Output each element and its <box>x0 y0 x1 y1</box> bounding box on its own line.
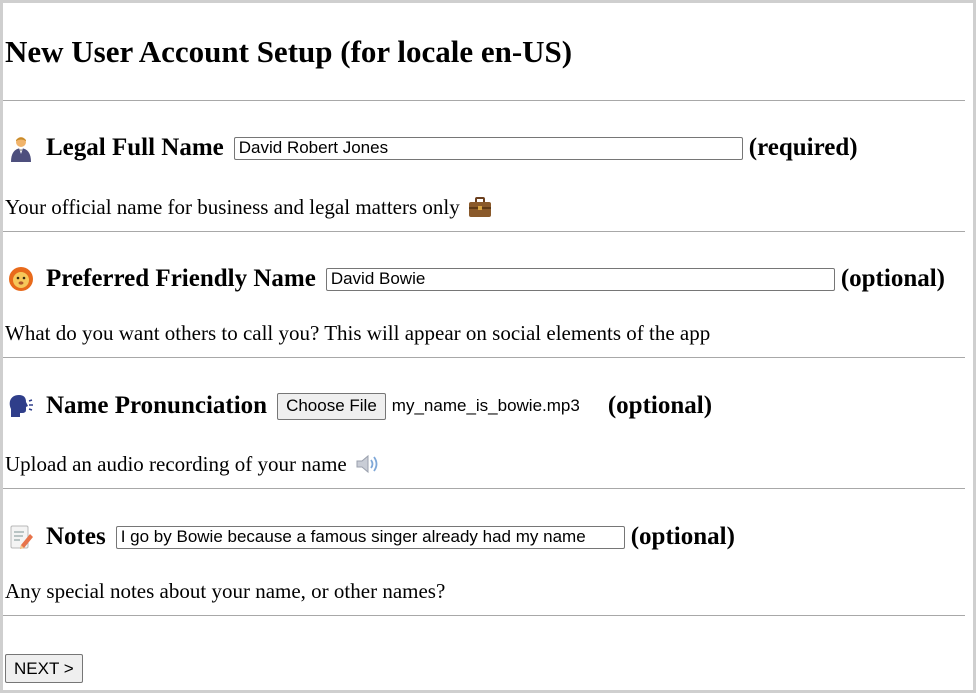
optional-tag: (optional) <box>630 523 735 550</box>
friendly-name-help-text: What do you want others to call you? Thi… <box>5 321 711 345</box>
optional-tag: (optional) <box>607 392 713 419</box>
divider <box>3 231 965 232</box>
notes-input[interactable] <box>115 525 625 549</box>
briefcase-icon <box>468 196 492 218</box>
person-in-tuxedo-icon <box>8 135 34 162</box>
divider <box>3 100 965 101</box>
divider <box>3 357 965 358</box>
friendly-name-label: Preferred Friendly Name <box>46 265 316 292</box>
notes-label: Notes <box>46 523 106 550</box>
legal-name-input[interactable] <box>233 136 743 160</box>
pronunciation-row: Name Pronunciation Choose File my_name_i… <box>5 391 712 421</box>
required-tag: (required) <box>748 134 858 161</box>
notes-label-group: Notes <box>5 522 106 552</box>
pronunciation-help: Upload an audio recording of your name <box>5 451 379 477</box>
legal-name-label-group: Legal Full Name <box>5 133 224 163</box>
friendly-name-label-group: Preferred Friendly Name <box>5 264 316 294</box>
page-title: New User Account Setup (for locale en-US… <box>5 34 573 69</box>
speaking-head-icon <box>8 393 34 419</box>
legal-name-label: Legal Full Name <box>46 134 224 161</box>
pronunciation-help-text: Upload an audio recording of your name <box>5 452 347 476</box>
pronunciation-label: Name Pronunciation <box>46 392 268 419</box>
next-button[interactable]: NEXT > <box>5 654 83 683</box>
notes-help: Any special notes about your name, or ot… <box>5 578 445 604</box>
friendly-name-help: What do you want others to call you? Thi… <box>5 320 710 346</box>
optional-tag: (optional) <box>840 265 945 292</box>
speaker-icon <box>355 453 379 475</box>
divider <box>3 488 965 489</box>
friendly-name-input[interactable] <box>325 267 835 291</box>
notes-help-text: Any special notes about your name, or ot… <box>5 579 446 603</box>
divider <box>3 615 965 616</box>
pronunciation-label-group: Name Pronunciation <box>5 391 267 421</box>
notes-row: Notes (optional) <box>5 522 735 552</box>
selected-file-name: my_name_is_bowie.mp3 <box>391 396 580 415</box>
legal-name-help-text: Your official name for business and lega… <box>5 195 460 219</box>
legal-name-row: Legal Full Name (required) <box>5 133 858 163</box>
legal-name-help: Your official name for business and lega… <box>5 194 492 220</box>
choose-file-button[interactable]: Choose File <box>277 392 386 420</box>
memo-icon <box>8 524 34 550</box>
lion-face-icon <box>8 266 34 292</box>
friendly-name-row: Preferred Friendly Name (optional) <box>5 264 945 294</box>
